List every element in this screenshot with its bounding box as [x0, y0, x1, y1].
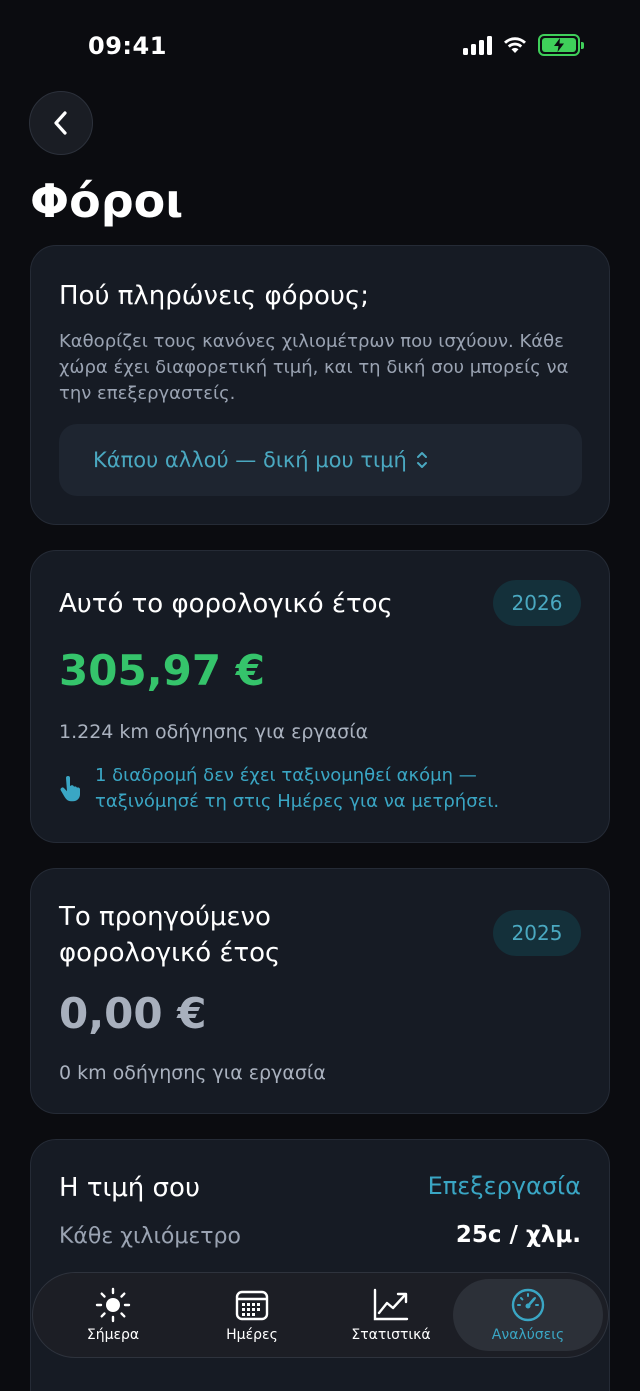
- tab-statistics-label: Στατιστικά: [351, 1327, 431, 1343]
- current-year-km: 1.224 km οδήγησης για εργασία: [59, 721, 369, 743]
- previous-year-amount: 0,00 €: [59, 989, 207, 1038]
- status-icons: [463, 34, 584, 56]
- tab-statistics[interactable]: Στατιστικά: [321, 1279, 461, 1351]
- status-bar: 09:41: [0, 0, 640, 90]
- country-select[interactable]: Κάπου αλλού — δική μου τιμή: [59, 424, 582, 496]
- tax-country-card: Πού πληρώνεις φόρους; Καθορίζει τους καν…: [30, 245, 610, 525]
- current-year-badge: 2026: [493, 580, 581, 626]
- tax-country-title: Πού πληρώνεις φόρους;: [59, 281, 369, 311]
- rate-row-label: Κάθε χιλιόμετρο: [59, 1224, 241, 1249]
- current-year-title: Αυτό το φορολογικό έτος: [59, 589, 393, 619]
- country-select-value: Κάπου αλλού — δική μου τιμή: [93, 448, 407, 472]
- gauge-icon: [511, 1288, 545, 1322]
- tax-country-description: Καθορίζει τους κανόνες χιλιομέτρων που ι…: [59, 331, 569, 404]
- signal-icon: [463, 35, 492, 55]
- current-year-amount: 305,97 €: [59, 646, 265, 695]
- unclassified-trip-hint[interactable]: 1 διαδρομή δεν έχει ταξινομηθεί ακόμη — …: [59, 763, 565, 815]
- tab-bar: Σήμερα Ημέρες Στατιστικά Αναλύσεις: [32, 1272, 609, 1358]
- tab-days[interactable]: Ημέρες: [182, 1279, 322, 1351]
- previous-year-badge: 2025: [493, 910, 581, 956]
- current-year-card: Αυτό το φορολογικό έτος 2026 305,97 € 1.…: [30, 550, 610, 843]
- sun-icon: [95, 1287, 131, 1323]
- previous-year-title-line1: Το προηγούμενο: [59, 902, 271, 932]
- wifi-icon: [504, 37, 526, 53]
- tab-analyses[interactable]: Αναλύσεις: [453, 1279, 603, 1351]
- hint-text: 1 διαδρομή δεν έχει ταξινομηθεί ακόμη — …: [95, 765, 500, 812]
- rate-row-value: 25c / χλμ.: [455, 1222, 581, 1248]
- tab-analyses-label: Αναλύσεις: [491, 1327, 565, 1343]
- tab-today-label: Σήμερα: [86, 1327, 140, 1343]
- tab-today[interactable]: Σήμερα: [43, 1279, 183, 1351]
- calendar-icon: [235, 1290, 269, 1321]
- back-button[interactable]: [29, 91, 93, 155]
- previous-year-card: Το προηγούμενο φορολογικό έτος 2025 0,00…: [30, 868, 610, 1114]
- chart-icon: [373, 1288, 409, 1321]
- page-title: Φόροι: [30, 174, 184, 228]
- battery-icon: [538, 34, 584, 56]
- status-time: 09:41: [88, 32, 167, 60]
- chevron-left-icon: [54, 111, 67, 135]
- chevron-up-down-icon: [416, 452, 427, 468]
- rate-edit-button[interactable]: Επεξεργασία: [428, 1172, 581, 1200]
- tab-days-label: Ημέρες: [226, 1327, 278, 1343]
- hand-pointer-icon: [60, 776, 80, 802]
- previous-year-km: 0 km οδήγησης για εργασία: [59, 1062, 326, 1084]
- previous-year-title-line2: φορολογικό έτος: [59, 938, 281, 968]
- rate-title: Η τιμή σου: [59, 1173, 200, 1203]
